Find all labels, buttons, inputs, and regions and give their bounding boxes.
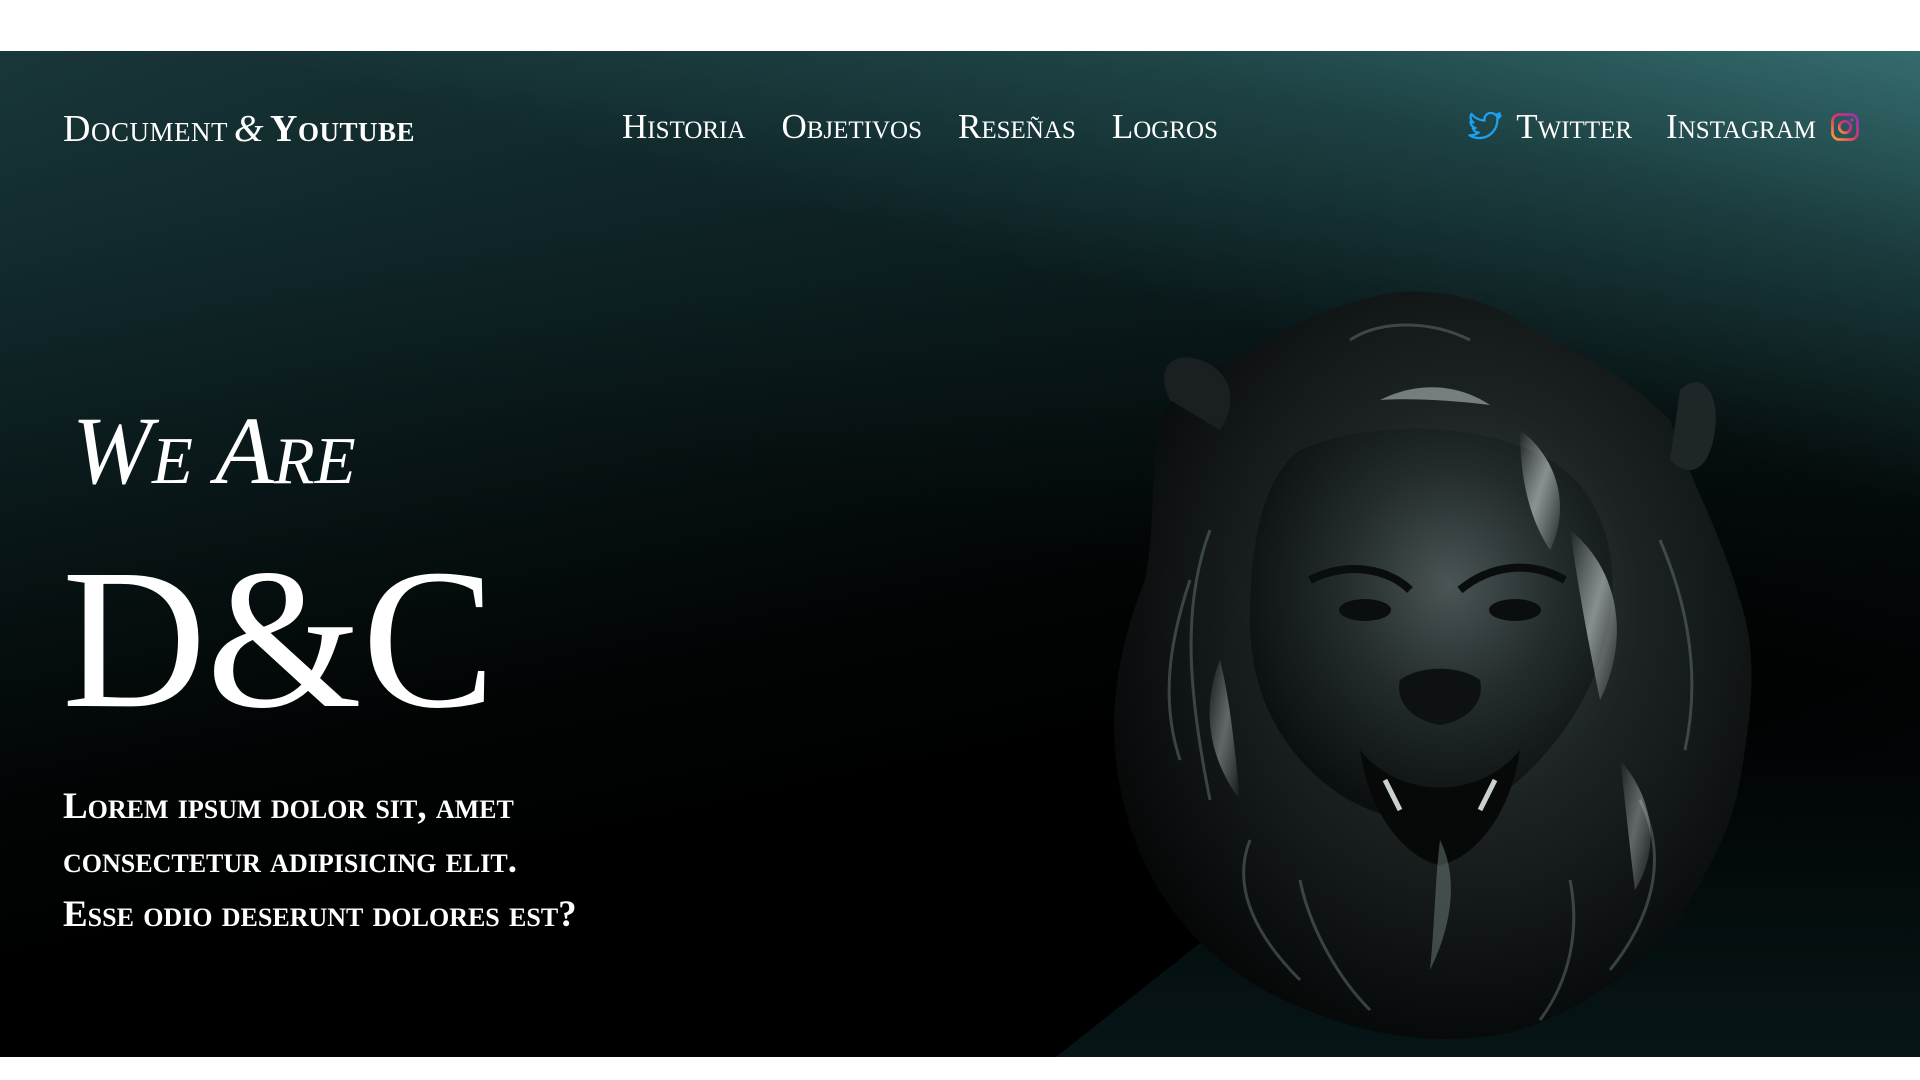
nav-link-historia[interactable]: Historia <box>622 107 745 147</box>
hero-lead-line-1: Lorem ipsum dolor sit, amet <box>63 786 514 827</box>
nav-link-logros[interactable]: Logros <box>1112 107 1218 147</box>
site-header: Document & Youtube Historia Objetivos Rese… <box>0 51 1920 211</box>
main-menu: Historia Objetivos Reseñas Logros <box>622 107 1218 147</box>
brand-logo[interactable]: Document & Youtube <box>63 107 415 151</box>
hero-title: D&C <box>62 529 496 750</box>
hero-lead-line-3: Esse odio deserunt dolores est? <box>63 894 577 935</box>
lion-head-image <box>1100 280 1760 1050</box>
twitter-label: Twitter <box>1516 107 1633 146</box>
instagram-link[interactable]: Instagram <box>1666 107 1860 147</box>
instagram-label: Instagram <box>1666 107 1816 146</box>
brand-part-document: Document <box>63 108 228 150</box>
twitter-icon <box>1468 112 1502 142</box>
hero-lead-line-2: consectetur adipisicing elit. <box>63 840 517 881</box>
nav-link-resenas[interactable]: Reseñas <box>958 107 1076 147</box>
nav-link-objetivos[interactable]: Objetivos <box>781 107 922 147</box>
brand-ampersand: & <box>233 108 265 150</box>
social-links: Twitter Instagram <box>1468 107 1860 147</box>
hero-kicker: We Are <box>72 397 356 504</box>
instagram-icon <box>1830 112 1860 142</box>
brand-part-youtube: Youtube <box>270 108 415 150</box>
hero-lead: Lorem ipsum dolor sit, amet consectetur … <box>63 780 763 942</box>
twitter-link[interactable]: Twitter <box>1468 107 1632 147</box>
